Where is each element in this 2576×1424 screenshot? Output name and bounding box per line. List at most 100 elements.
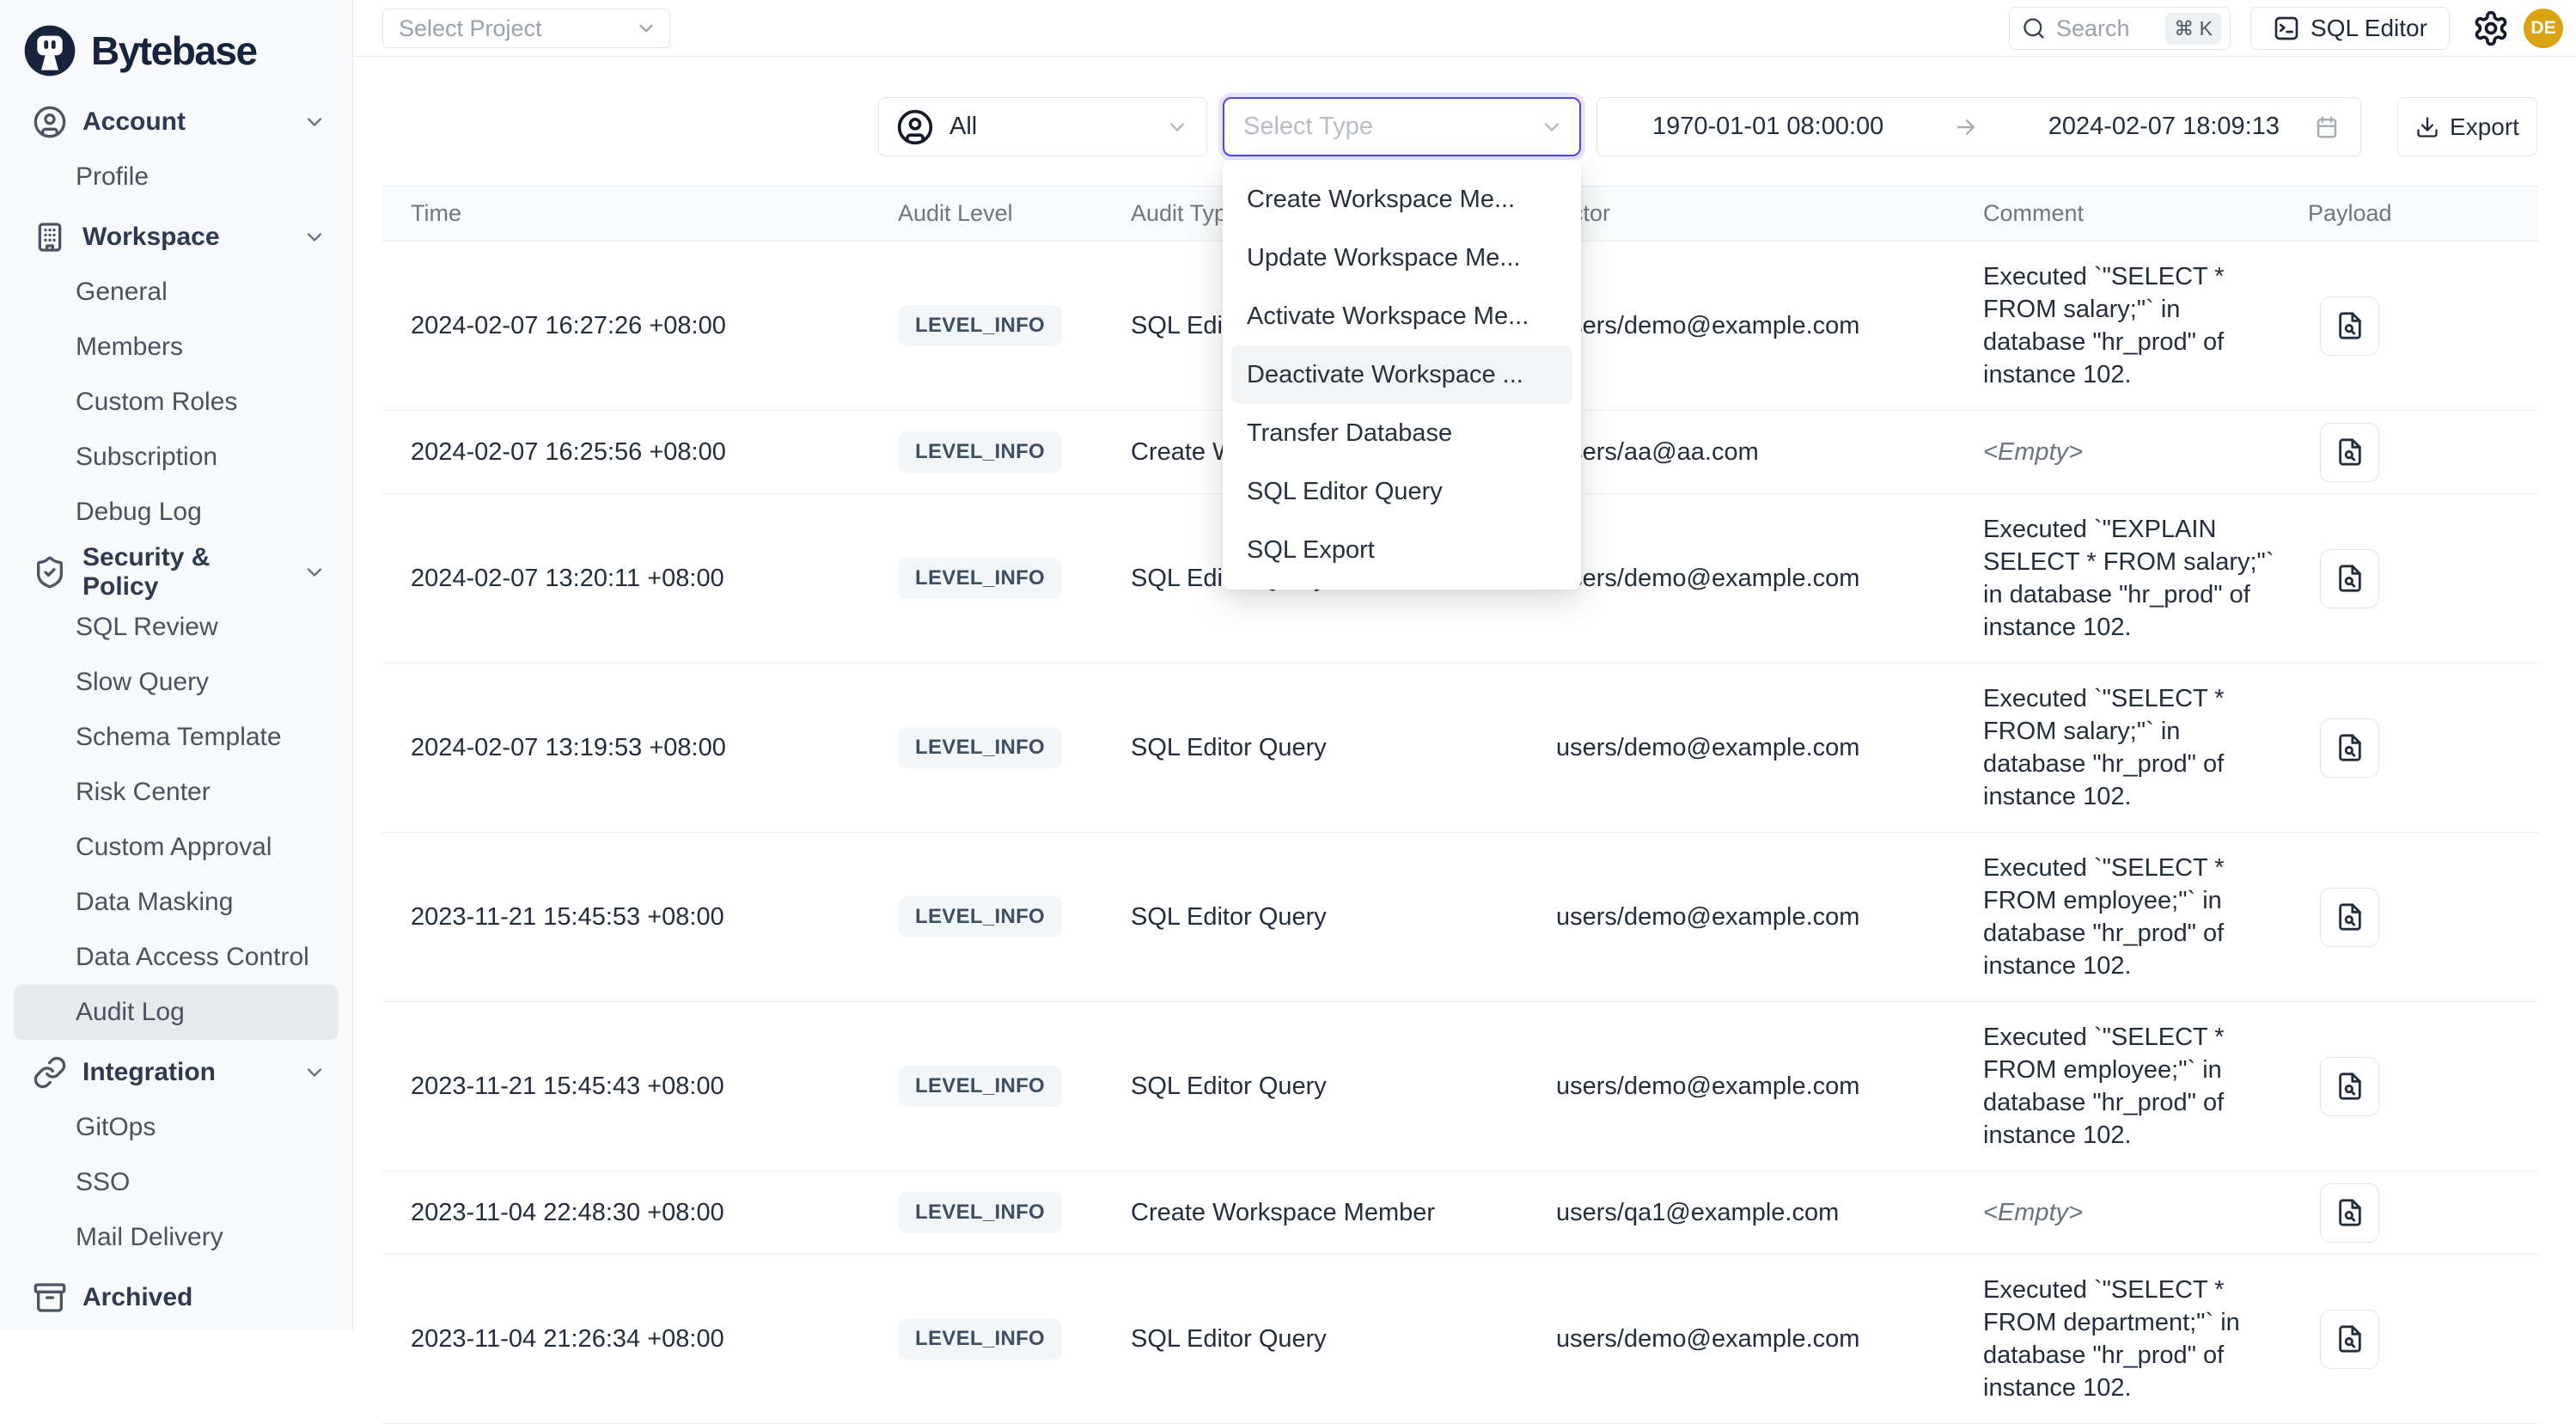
dropdown-option[interactable]: Transfer Database — [1223, 404, 1581, 462]
sidebar-item-custom-roles[interactable]: Custom Roles — [14, 375, 339, 430]
payload-button[interactable] — [2320, 1057, 2379, 1116]
brand-logo[interactable]: Bytebase — [0, 0, 352, 86]
date-to-value[interactable]: 2024-02-07 18:09:13 — [2048, 113, 2280, 141]
cell-comment: Executed `"SELECT * FROM employee;"` in … — [1983, 833, 2308, 1001]
cell-time: 2023-11-04 22:48:30 +08:00 — [382, 1199, 898, 1227]
cell-audit-level: LEVEL_INFO — [898, 558, 1131, 599]
cell-comment: Executed `"SELECT * FROM salary;"` in da… — [1983, 241, 2308, 410]
sidebar-item-risk-center[interactable]: Risk Center — [14, 765, 339, 820]
chevron-down-icon — [302, 225, 327, 249]
cell-audit-type: SQL Editor Query — [1131, 903, 1556, 932]
sidebar-section-workspace[interactable]: Workspace — [14, 210, 339, 265]
dropdown-option[interactable]: Update Workspace Me... — [1223, 229, 1581, 287]
cell-audit-level: LEVEL_INFO — [898, 727, 1131, 768]
sidebar-section-account[interactable]: Account — [14, 95, 339, 150]
sidebar-item-schema-template[interactable]: Schema Template — [14, 710, 339, 765]
file-search-icon — [2335, 1324, 2365, 1354]
cell-actor: users/demo@example.com — [1556, 312, 1983, 340]
column-header-actor: Actor — [1556, 200, 1983, 227]
level-badge: LEVEL_INFO — [898, 727, 1062, 768]
cell-actor: users/qa1@example.com — [1556, 1199, 1983, 1227]
payload-button[interactable] — [2320, 1310, 2379, 1369]
search-shortcut-badge: ⌘ K — [2165, 13, 2221, 45]
gear-icon[interactable] — [2472, 9, 2510, 47]
export-button[interactable]: Export — [2397, 97, 2537, 156]
sidebar-item-slow-query[interactable]: Slow Query — [14, 655, 339, 710]
project-select[interactable]: Select Project — [382, 9, 670, 48]
dropdown-option[interactable]: SQL Export — [1223, 521, 1581, 579]
payload-button[interactable] — [2320, 423, 2379, 482]
sidebar-section-archived[interactable]: Archived — [14, 1270, 339, 1325]
table-row: 2023-11-21 15:45:43 +08:00 LEVEL_INFO SQ… — [382, 1002, 2538, 1171]
sidebar-item-gitops[interactable]: GitOps — [14, 1100, 339, 1155]
chevron-down-icon — [635, 17, 657, 40]
sidebar-item-data-masking[interactable]: Data Masking — [14, 875, 339, 930]
dropdown-option-highlighted[interactable]: Deactivate Workspace ... — [1231, 345, 1572, 404]
sidebar-item-subscription[interactable]: Subscription — [14, 430, 339, 485]
sql-editor-button[interactable]: SQL Editor — [2250, 7, 2450, 50]
sidebar-item-sso[interactable]: SSO — [14, 1155, 339, 1210]
chevron-down-icon — [1540, 115, 1564, 139]
dropdown-option[interactable]: Create Workspace Me... — [1223, 170, 1581, 229]
cell-time: 2024-02-07 13:19:53 +08:00 — [382, 734, 898, 762]
column-header-time: Time — [382, 200, 898, 227]
cell-actor: users/demo@example.com — [1556, 734, 1983, 762]
cell-audit-level: LEVEL_INFO — [898, 1066, 1131, 1107]
search-icon — [2022, 16, 2046, 40]
table-row: 2023-11-04 21:26:34 +08:00 LEVEL_INFO SQ… — [382, 1255, 2538, 1424]
sidebar-item-members[interactable]: Members — [14, 320, 339, 375]
sidebar-item-mail-delivery[interactable]: Mail Delivery — [14, 1210, 339, 1265]
cell-payload — [2308, 718, 2538, 778]
cell-comment: <Empty> — [1983, 1177, 2308, 1248]
sidebar-section-label: Workspace — [82, 223, 287, 252]
cell-time: 2023-11-21 15:45:43 +08:00 — [382, 1073, 898, 1101]
search-input[interactable]: Search ⌘ K — [2009, 7, 2231, 50]
sql-editor-label: SQL Editor — [2310, 15, 2427, 42]
level-badge: LEVEL_INFO — [898, 431, 1062, 473]
dropdown-option[interactable]: SQL Editor Query — [1223, 462, 1581, 521]
payload-button[interactable] — [2320, 888, 2379, 947]
cell-audit-type: SQL Editor Query — [1131, 1325, 1556, 1354]
cell-time: 2024-02-07 16:27:26 +08:00 — [382, 312, 898, 340]
sidebar-item-custom-approval[interactable]: Custom Approval — [14, 820, 339, 875]
cell-comment: <Empty> — [1983, 417, 2308, 487]
table-row: 2023-11-04 22:48:30 +08:00 LEVEL_INFO Cr… — [382, 1171, 2538, 1255]
sidebar-item-profile[interactable]: Profile — [14, 150, 339, 205]
calendar-icon — [2314, 114, 2340, 140]
payload-button[interactable] — [2320, 296, 2379, 356]
sidebar-item-general[interactable]: General — [14, 265, 339, 320]
type-filter-select[interactable]: Select Type — [1223, 97, 1581, 156]
cell-audit-type: SQL Editor Query — [1131, 1073, 1556, 1101]
sidebar-item-data-access-control[interactable]: Data Access Control — [14, 930, 339, 985]
cell-comment: Executed `"SELECT * FROM salary;"` in da… — [1983, 663, 2308, 832]
date-range-picker[interactable]: 1970-01-01 08:00:00 2024-02-07 18:09:13 — [1596, 97, 2361, 156]
payload-button[interactable] — [2320, 549, 2379, 608]
cell-time: 2024-02-07 13:20:11 +08:00 — [382, 565, 898, 593]
cell-comment: Executed `"SELECT * FROM department;"` i… — [1983, 1255, 2308, 1423]
column-header-comment: Comment — [1983, 200, 2308, 227]
dropdown-option[interactable]: Activate Workspace Me... — [1223, 287, 1581, 345]
actor-filter-value: All — [949, 113, 977, 141]
sidebar-nav: Account Profile Workspace General Member… — [0, 86, 352, 1325]
bytebase-logo-icon — [22, 23, 77, 78]
sidebar-item-debug-log[interactable]: Debug Log — [14, 485, 339, 540]
payload-button[interactable] — [2320, 1183, 2379, 1243]
sidebar-item-audit-log[interactable]: Audit Log — [14, 985, 339, 1040]
chevron-down-icon — [302, 1060, 327, 1085]
file-search-icon — [2335, 1072, 2365, 1101]
sidebar-section-security-policy[interactable]: Security & Policy — [14, 545, 339, 600]
sidebar-section-label: Integration — [82, 1058, 287, 1087]
cell-audit-level: LEVEL_INFO — [898, 896, 1131, 938]
table-row: 2024-02-07 13:19:53 +08:00 LEVEL_INFO SQ… — [382, 663, 2538, 833]
avatar[interactable]: DE — [2524, 9, 2563, 48]
link-icon — [33, 1055, 67, 1090]
payload-button[interactable] — [2320, 718, 2379, 778]
cell-audit-type: SQL Editor Query — [1131, 734, 1556, 762]
level-badge: LEVEL_INFO — [898, 305, 1062, 346]
actor-filter-select[interactable]: All — [878, 97, 1207, 156]
sidebar-item-sql-review[interactable]: SQL Review — [14, 600, 339, 655]
date-from-value[interactable]: 1970-01-01 08:00:00 — [1652, 113, 1883, 141]
filter-bar: All Select Type 1970-01-01 08:00:00 2024… — [353, 97, 2576, 156]
cell-actor: users/aa@aa.com — [1556, 438, 1983, 467]
sidebar-section-integration[interactable]: Integration — [14, 1045, 339, 1100]
